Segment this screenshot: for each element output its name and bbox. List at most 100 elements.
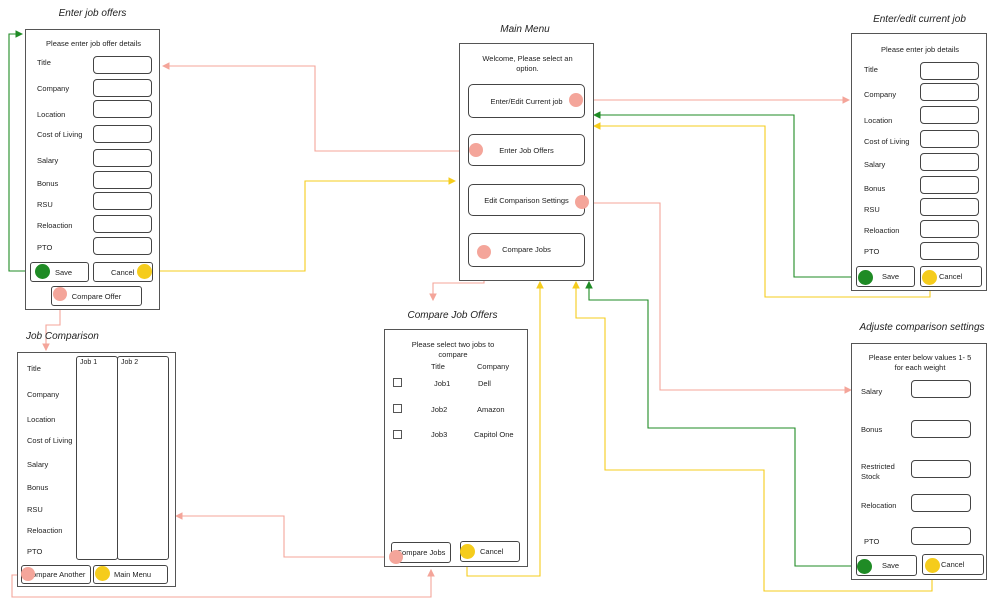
job-1-header: Job 1 (80, 359, 98, 366)
cancel-connector-dot (137, 264, 152, 279)
bonus-input[interactable] (920, 176, 979, 194)
company-column-header: Company (477, 362, 510, 371)
enter-job-offers-button[interactable]: Enter Job Offers (468, 134, 585, 166)
bonus-weight-input[interactable] (911, 420, 971, 438)
pto-input[interactable] (93, 237, 152, 255)
relocation-weight-input[interactable] (911, 494, 971, 512)
relocation-input[interactable] (920, 220, 979, 238)
rsu-input[interactable] (93, 192, 152, 210)
compare-offers-title: Compare Job Offers (407, 310, 498, 321)
wire-compare-offer (42, 303, 61, 352)
cancel-connector-dot (922, 270, 937, 285)
bonus-input[interactable] (93, 171, 152, 189)
row-label: Salary (27, 460, 49, 469)
field-label: RSU (37, 200, 53, 209)
field-label: Cost of Living (37, 130, 83, 139)
cancel-button-label: Cancel (111, 267, 135, 277)
field-label: Reloaction (37, 221, 73, 230)
job-checkbox[interactable] (393, 378, 402, 387)
company-input[interactable] (920, 83, 979, 101)
field-label: RSU (864, 205, 880, 214)
save-connector-dot (35, 264, 50, 279)
title-input[interactable] (93, 56, 152, 74)
wire-enter-offers (161, 62, 475, 152)
field-label: Restricted Stock (861, 462, 895, 481)
compare-jobs-label: Compare Jobs (502, 245, 551, 254)
salary-input[interactable] (920, 153, 979, 171)
title-column-header: Title (431, 362, 445, 371)
settings-title: Adjuste comparison settings (859, 322, 985, 333)
field-label: Title (37, 58, 51, 67)
field-label: Salary (861, 387, 883, 396)
field-label: PTO (37, 243, 53, 252)
cancel-connector-dot (925, 558, 940, 573)
compare-another-connector-dot (21, 567, 35, 581)
cancel-button-label: Cancel (939, 272, 963, 281)
field-label: Bonus (861, 425, 883, 434)
restricted-stock-weight-input[interactable] (911, 460, 971, 478)
save-button-label: Save (882, 561, 900, 570)
cancel-button-label: Cancel (480, 547, 504, 556)
pto-input[interactable] (920, 242, 979, 260)
compare-offer-connector-dot (53, 287, 67, 301)
job-2-header: Job 2 (121, 359, 139, 366)
field-label: Company (37, 84, 70, 93)
salary-input[interactable] (93, 149, 152, 167)
relocation-input[interactable] (93, 215, 152, 233)
location-input[interactable] (93, 100, 152, 118)
enter-job-offers-label: Enter Job Offers (499, 145, 554, 155)
main-menu-connector-dot (95, 566, 110, 581)
job-checkbox[interactable] (393, 404, 402, 413)
pto-weight-input[interactable] (911, 527, 971, 545)
main-menu-title: Main Menu (500, 24, 550, 35)
row-label: Location (27, 415, 56, 424)
enter-edit-current-job-button[interactable]: Enter/Edit Current job (468, 84, 585, 118)
edit-comparison-settings-label: Edit Comparison Settings (484, 195, 569, 205)
cost-of-living-input[interactable] (920, 130, 979, 148)
rsu-input[interactable] (920, 198, 979, 216)
row-label: PTO (27, 547, 43, 556)
field-label: Relocation (861, 501, 897, 510)
job-1-column: Job 1 (76, 356, 118, 560)
wire-offers-cancel (145, 177, 457, 272)
row-label: Bonus (27, 483, 49, 492)
save-connector-dot (857, 559, 872, 574)
location-input[interactable] (920, 106, 979, 124)
wire-current-save (592, 111, 863, 278)
settings-prompt: Please enter below values 1- 5 for each … (868, 353, 972, 373)
compare-offers-prompt: Please select two jobs to compare (411, 340, 495, 360)
compare-jobs-connector-dot (477, 245, 491, 259)
job-title-cell: Job3 (431, 430, 448, 439)
job-comparison-title: Job Comparison (26, 331, 99, 342)
enter-offers-title: Enter job offers (58, 8, 127, 19)
enter-offers-prompt: Please enter job offer details (46, 39, 141, 48)
comparison-settings-connector-dot (575, 195, 589, 209)
wire-settings-save (585, 280, 864, 567)
wire-comparison-settings (584, 202, 853, 394)
title-input[interactable] (920, 62, 979, 80)
job-company-cell: Dell (478, 379, 491, 388)
main-menu-label: Main Menu (114, 570, 152, 579)
company-input[interactable] (93, 79, 152, 97)
cancel-button-label: Cancel (941, 560, 965, 569)
row-label: Cost of Living (27, 436, 73, 445)
edit-comparison-settings-button[interactable]: Edit Comparison Settings (468, 184, 585, 216)
row-label: Company (27, 390, 60, 399)
save-button-label: Save (882, 272, 900, 281)
job-2-column: Job 2 (117, 356, 169, 560)
field-label: Reloaction (864, 226, 900, 235)
settings-screen: Please enter below values 1- 5 for each … (851, 343, 987, 580)
main-menu-prompt: Welcome, Please select an option. (482, 54, 573, 74)
enter-edit-current-job-label: Enter/Edit Current job (490, 96, 563, 106)
field-label: Bonus (37, 179, 59, 188)
compare-jobs-label: Compare Jobs (396, 548, 446, 557)
job-company-cell: Amazon (477, 405, 505, 414)
job-checkbox[interactable] (393, 430, 402, 439)
current-job-title: Enter/edit current job (873, 14, 966, 25)
job-title-cell: Job2 (431, 405, 448, 414)
field-label: Bonus (864, 184, 886, 193)
salary-weight-input[interactable] (911, 380, 971, 398)
job-title-cell: Job1 (434, 379, 451, 388)
save-connector-dot (858, 270, 873, 285)
cost-of-living-input[interactable] (93, 125, 152, 143)
